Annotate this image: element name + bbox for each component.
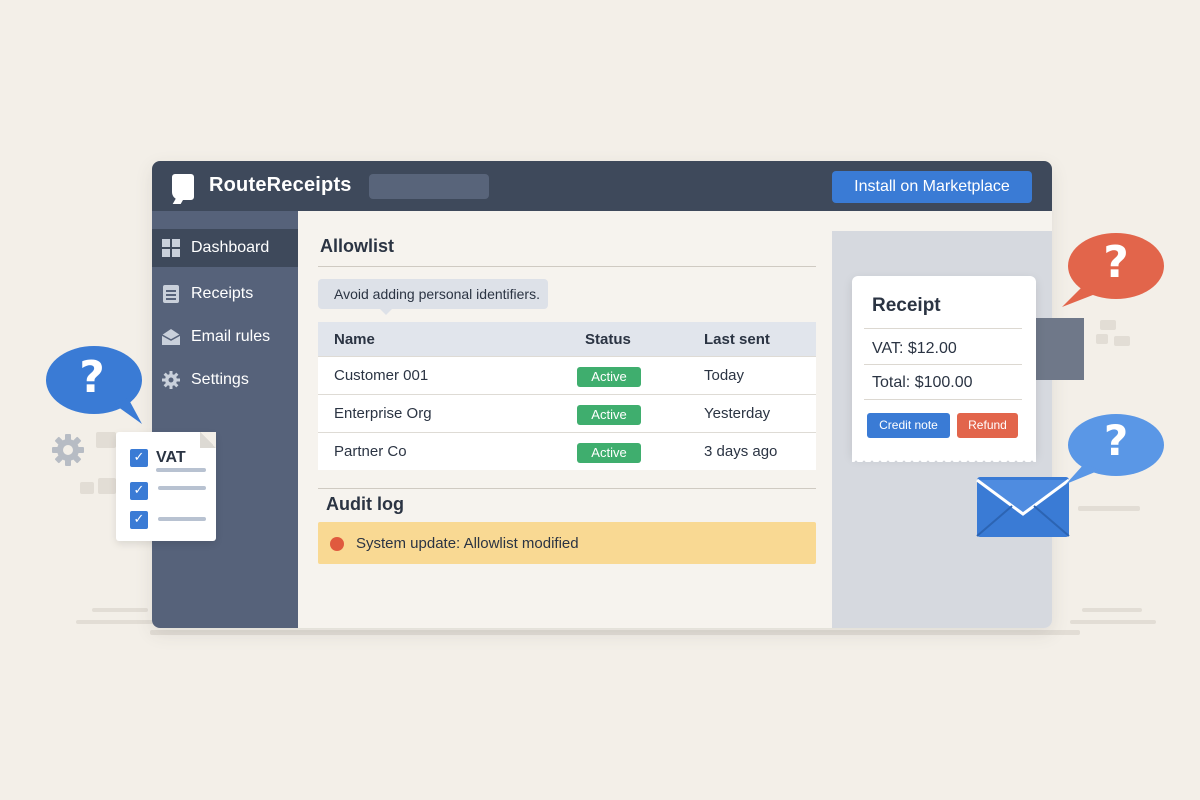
- decor-bar: [92, 608, 148, 612]
- sidebar-item-label: Receipts: [191, 285, 254, 302]
- checklist-document: ✓ VAT ✓ ✓: [116, 432, 216, 541]
- sidebar-item-email-rules[interactable]: Email rules: [152, 318, 298, 356]
- text-line: [156, 468, 206, 472]
- question-mark: ?: [1103, 416, 1129, 465]
- column-header-status[interactable]: Status: [585, 331, 631, 348]
- receipt-total: Total: $100.00: [872, 374, 973, 391]
- allowlist-title: Allowlist: [320, 236, 395, 256]
- table-header: Name Status Last sent: [318, 322, 816, 356]
- sidebar: Dashboard Receipts Email rules Settings: [152, 211, 298, 628]
- checkbox-icon: ✓: [130, 482, 148, 500]
- install-marketplace-button[interactable]: Install on Marketplace: [832, 171, 1032, 203]
- decor-bar: [1114, 336, 1130, 346]
- sidebar-item-label: Settings: [191, 371, 249, 388]
- audit-log-entry[interactable]: System update: Allowlist modified: [318, 522, 816, 564]
- inbox-icon: [162, 329, 180, 345]
- document-icon: [163, 285, 179, 303]
- search-input[interactable]: [369, 174, 489, 199]
- grid-icon: [162, 239, 180, 257]
- audit-log-title: Audit log: [326, 494, 412, 515]
- row-last-sent: 3 days ago: [704, 443, 778, 460]
- decor-bar: [1078, 506, 1140, 511]
- sidebar-item-label: Dashboard: [191, 239, 270, 256]
- table-row[interactable]: Partner Co Active 3 days ago: [318, 432, 816, 470]
- decor-bar: [96, 432, 116, 448]
- sidebar-item-label: Email rules: [191, 328, 271, 345]
- hint-tooltip: Avoid adding personal identifiers.: [318, 279, 548, 315]
- status-badge: Active: [577, 405, 641, 425]
- top-bar: RouteReceipts Install on Marketplace: [152, 161, 1052, 211]
- sidebar-item-receipts[interactable]: Receipts: [152, 275, 298, 313]
- row-name: Enterprise Org: [334, 405, 432, 422]
- gear-icon: [52, 434, 84, 466]
- question-bubble-top-right: ?: [1058, 231, 1166, 309]
- status-badge: Active: [577, 443, 641, 463]
- decor-bar: [1070, 620, 1156, 624]
- panel-tab: [1036, 318, 1084, 380]
- app-title: RouteReceipts: [209, 174, 352, 196]
- question-mark: ?: [1103, 237, 1129, 288]
- stage: RouteReceipts Install on Marketplace Das…: [0, 0, 1200, 800]
- row-name: Customer 001: [334, 367, 429, 384]
- checkbox-icon: ✓: [130, 449, 148, 467]
- question-bubble-bottom-right: ?: [1058, 412, 1166, 486]
- receipt-torn-edge: [852, 454, 1036, 462]
- decor-bar: [150, 630, 1080, 635]
- row-last-sent: Today: [704, 367, 745, 384]
- row-name: Partner Co: [334, 443, 407, 460]
- decor-bar: [80, 482, 94, 494]
- decor-bar: [98, 478, 116, 494]
- envelope-icon: [976, 477, 1070, 537]
- column-header-last-sent[interactable]: Last sent: [704, 331, 770, 348]
- text-line: [158, 486, 206, 490]
- main-panel: Allowlist Avoid adding personal identifi…: [298, 211, 832, 628]
- question-mark: ?: [79, 352, 105, 403]
- question-bubble-left: ?: [44, 344, 148, 426]
- status-badge: Active: [577, 367, 641, 387]
- divider: [318, 488, 816, 489]
- receipt-vat: VAT: $12.00: [872, 340, 957, 357]
- checklist-label: VAT: [156, 449, 186, 466]
- checkbox-icon: ✓: [130, 511, 148, 529]
- decor-bar: [1100, 320, 1116, 330]
- alert-dot-icon: [330, 537, 344, 551]
- gear-icon: [162, 371, 180, 389]
- page-fold: [200, 432, 216, 448]
- allowlist-table: Name Status Last sent Customer 001 Activ…: [318, 322, 816, 470]
- divider: [318, 266, 816, 267]
- decor-bar: [1082, 608, 1142, 612]
- table-row[interactable]: Enterprise Org Active Yesterday: [318, 394, 816, 432]
- receipt-card: Receipt VAT: $12.00 Total: $100.00 Credi…: [852, 276, 1036, 456]
- row-last-sent: Yesterday: [704, 405, 771, 422]
- logo-icon: [172, 174, 194, 200]
- audit-log-text: System update: Allowlist modified: [356, 535, 579, 552]
- divider: [864, 328, 1022, 329]
- table-row[interactable]: Customer 001 Active Today: [318, 356, 816, 394]
- text-line: [158, 517, 206, 521]
- sidebar-item-dashboard[interactable]: Dashboard: [152, 229, 298, 267]
- decor-bar: [1096, 334, 1108, 344]
- divider: [864, 399, 1022, 400]
- refund-button[interactable]: Refund: [957, 413, 1018, 438]
- column-header-name[interactable]: Name: [334, 331, 375, 348]
- divider: [864, 364, 1022, 365]
- credit-note-button[interactable]: Credit note: [867, 413, 950, 438]
- sidebar-item-settings[interactable]: Settings: [152, 361, 298, 399]
- decor-bar: [76, 620, 156, 624]
- receipt-title: Receipt: [872, 295, 941, 316]
